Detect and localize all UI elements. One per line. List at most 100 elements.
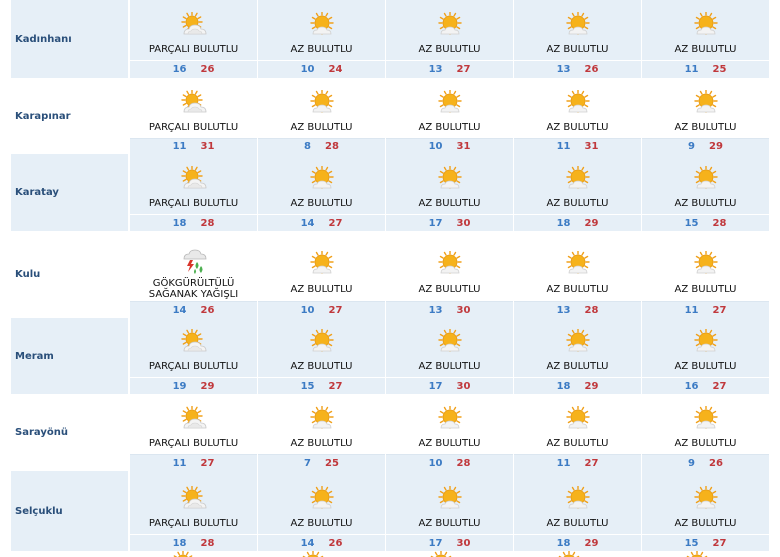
condition-line: PARÇALI BULUTLU (148, 517, 239, 529)
temperature-range: 7 25 (258, 454, 385, 471)
condition-text: AZ BULUTLU (514, 512, 641, 534)
mostly-sunny-icon (307, 0, 337, 38)
forecast-cell: AZ BULUTLU 13 28 (513, 231, 641, 318)
city-name[interactable]: Kadınhanı (11, 0, 129, 78)
condition-text: PARÇALI BULUTLU (130, 432, 257, 454)
mostly-sunny-icon (563, 78, 593, 116)
temperature-range: 17 30 (386, 214, 513, 231)
temperature-range: 15 27 (642, 534, 769, 551)
partly-cloudy-icon (179, 78, 209, 116)
max-temperature: 29 (584, 217, 599, 229)
mostly-sunny-icon (307, 318, 337, 355)
mostly-sunny-icon (435, 231, 465, 277)
forecast-cell: AZ BULUTLU 11 27 (641, 231, 769, 318)
forecast-cell: AZ BULUTLU 11 31 (513, 78, 641, 154)
min-temperature: 14 (300, 217, 315, 229)
temperature-range: 8 28 (258, 138, 385, 154)
temperature-range: 17 30 (386, 377, 513, 394)
forecast-cell: AZ BULUTLU 16 27 (641, 318, 769, 394)
mostly-sunny-icon (307, 471, 337, 512)
max-temperature: 27 (584, 457, 599, 469)
forecast-cell: AZ BULUTLU 17 30 (385, 154, 513, 231)
max-temperature: 26 (200, 64, 215, 75)
mostly-sunny-icon (435, 318, 465, 355)
mostly-sunny-icon (554, 551, 584, 557)
mostly-sunny-icon (691, 318, 721, 355)
min-temperature: 11 (172, 457, 187, 469)
min-temperature: 10 (300, 64, 315, 75)
min-temperature: 15 (300, 380, 315, 392)
forecast-cell: AZ BULUTLU 9 26 (641, 394, 769, 471)
condition-line: PARÇALI BULUTLU (148, 43, 239, 55)
min-temperature: 16 (172, 64, 187, 75)
max-temperature: 28 (456, 457, 471, 469)
forecast-cell: AZ BULUTLU 13 26 (513, 0, 641, 78)
max-temperature: 26 (200, 304, 215, 316)
condition-line: AZ BULUTLU (674, 437, 737, 449)
temperature-range: 14 27 (258, 214, 385, 231)
condition-line: AZ BULUTLU (674, 43, 737, 55)
mostly-sunny-icon (691, 154, 721, 192)
min-temperature: 11 (684, 64, 699, 75)
condition-line: AZ BULUTLU (546, 283, 609, 295)
city-name[interactable]: Karapınar (11, 78, 129, 154)
temperature-range: 11 31 (130, 138, 257, 154)
forecast-row: Karapınar PARÇALI BULUTLU 11 31 AZ BULUTLU… (11, 78, 769, 154)
condition-text: AZ BULUTLU (514, 432, 641, 454)
mostly-sunny-icon (435, 78, 465, 116)
partly-cloudy-icon (179, 318, 209, 355)
min-temperature: 18 (172, 217, 187, 229)
condition-text: PARÇALI BULUTLU (130, 355, 257, 377)
max-temperature: 31 (456, 141, 471, 152)
min-temperature: 11 (684, 304, 699, 316)
temperature-range: 9 29 (642, 138, 769, 154)
forecast-cell: AZ BULUTLU 9 29 (641, 78, 769, 154)
condition-line: AZ BULUTLU (418, 283, 481, 295)
condition-line: AZ BULUTLU (546, 517, 609, 529)
condition-line: AZ BULUTLU (418, 360, 481, 372)
condition-text: AZ BULUTLU (514, 277, 641, 301)
temperature-range: 11 27 (130, 454, 257, 471)
max-temperature: 26 (584, 64, 599, 75)
city-name[interactable]: Meram (11, 318, 129, 394)
forecast-cell: AZ BULUTLU 18 29 (513, 154, 641, 231)
condition-line: AZ BULUTLU (290, 197, 353, 209)
condition-line: AZ BULUTLU (546, 43, 609, 55)
city-name[interactable]: Karatay (11, 154, 129, 231)
city-name[interactable]: Selçuklu (11, 471, 129, 551)
forecast-cell: PARÇALI BULUTLU 11 27 (129, 394, 257, 471)
condition-text: PARÇALI BULUTLU (130, 116, 257, 138)
max-temperature: 29 (584, 537, 599, 549)
min-temperature: 18 (556, 217, 571, 229)
city-name[interactable]: Kulu (11, 231, 129, 318)
max-temperature: 27 (712, 537, 727, 549)
max-temperature: 27 (328, 217, 343, 229)
max-temperature: 31 (584, 141, 599, 152)
mostly-sunny-icon (691, 471, 721, 512)
condition-line: AZ BULUTLU (290, 517, 353, 529)
temperature-range: 11 27 (514, 454, 641, 471)
max-temperature: 28 (584, 304, 599, 316)
min-temperature: 15 (684, 537, 699, 549)
forecast-cell: PARÇALI BULUTLU 19 29 (129, 318, 257, 394)
condition-line: AZ BULUTLU (546, 437, 609, 449)
temperature-range: 15 27 (258, 377, 385, 394)
mostly-sunny-icon (563, 394, 593, 432)
max-temperature: 27 (200, 457, 215, 469)
max-temperature: 28 (712, 217, 727, 229)
max-temperature: 27 (712, 380, 727, 392)
min-temperature: 11 (172, 141, 187, 152)
forecast-page: Kadınhanı PARÇALI BULUTLU 16 26 AZ BULUTLU… (0, 0, 780, 557)
temperature-range: 15 28 (642, 214, 769, 231)
mostly-sunny-icon (307, 231, 337, 277)
city-name[interactable]: Sarayönü (11, 394, 129, 471)
thunderstorm-rain-icon (179, 231, 209, 277)
forecast-cell: AZ BULUTLU 14 26 (257, 471, 385, 551)
forecast-cell: AZ BULUTLU 15 28 (641, 154, 769, 231)
condition-text: AZ BULUTLU (258, 192, 385, 214)
forecast-cell: AZ BULUTLU 17 30 (385, 471, 513, 551)
max-temperature: 30 (456, 304, 471, 316)
condition-text: AZ BULUTLU (642, 355, 769, 377)
min-temperature: 18 (172, 537, 187, 549)
temperature-range: 18 29 (514, 377, 641, 394)
